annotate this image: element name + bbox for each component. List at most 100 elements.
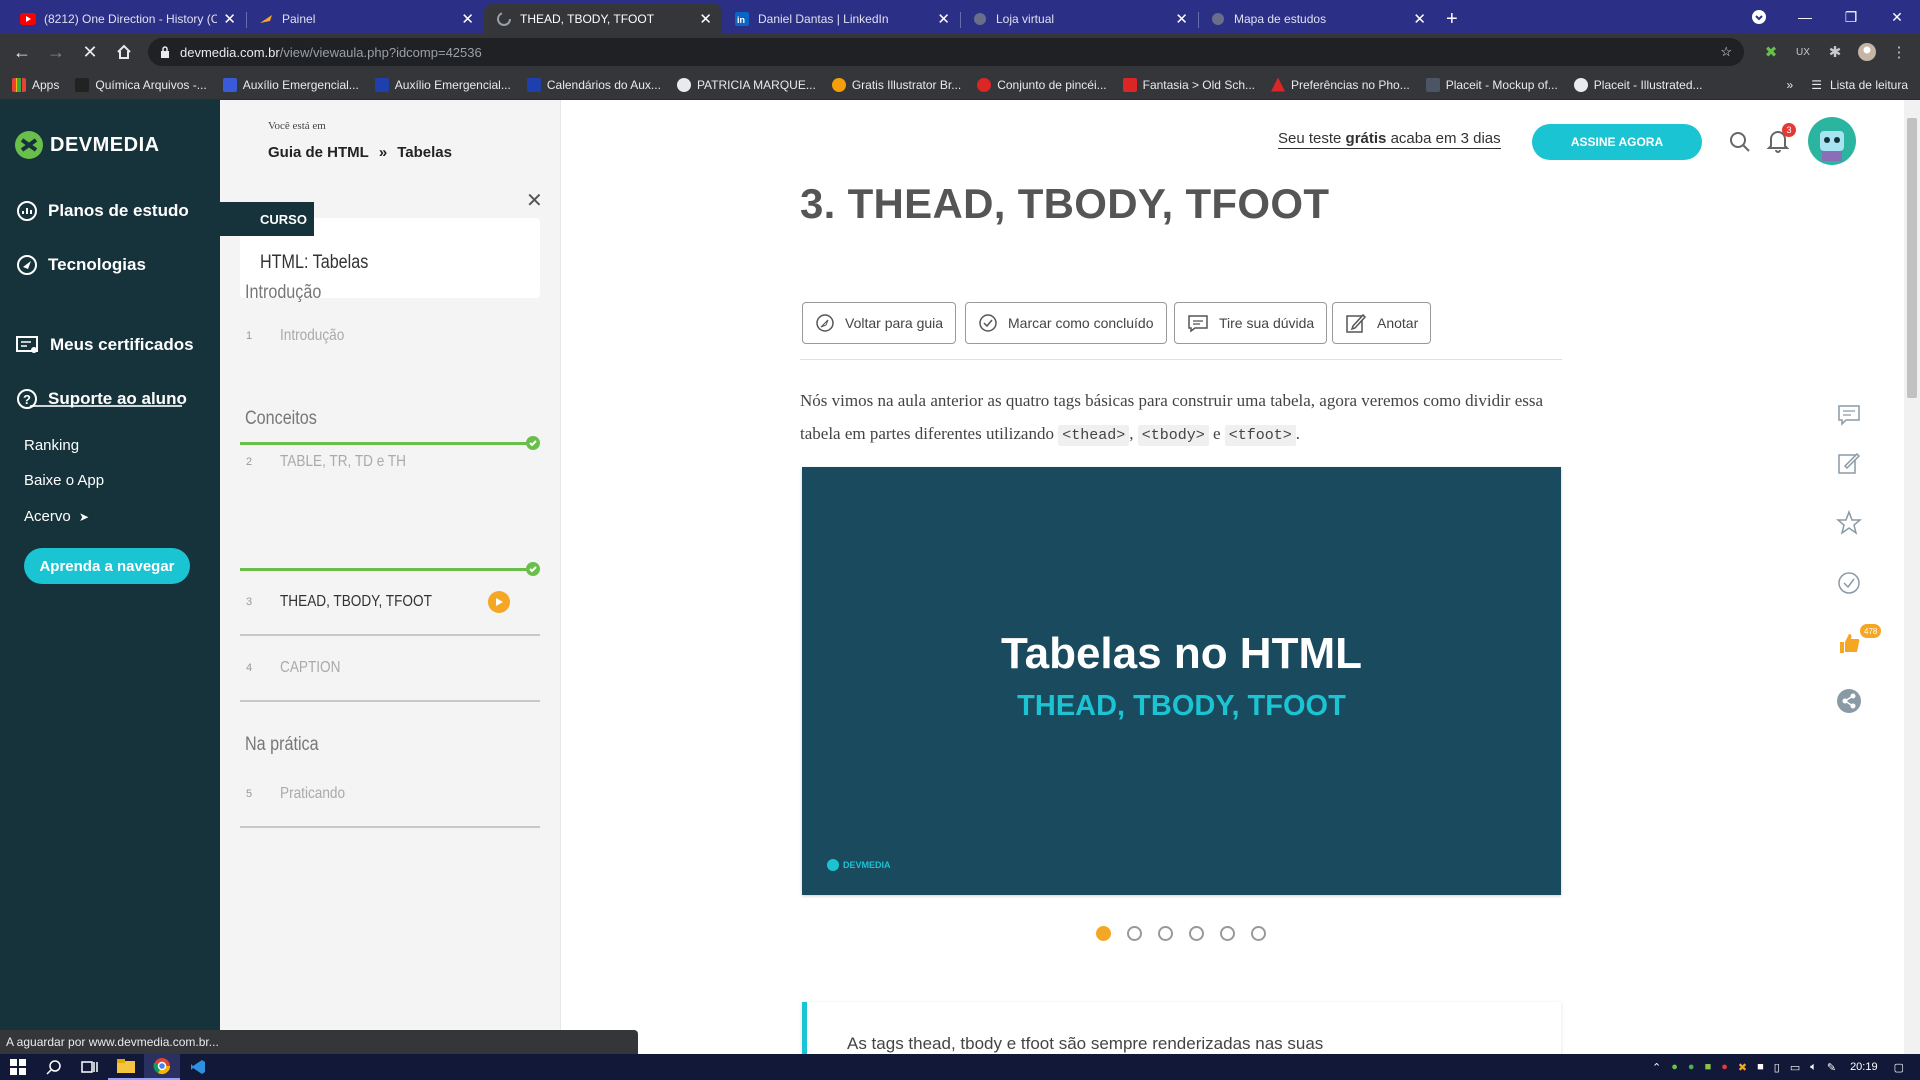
learn-to-navigate-button[interactable]: Aprenda a navegar [24, 548, 190, 584]
sidebar-item-tecnologias[interactable]: Tecnologias [16, 254, 146, 276]
slide-dot[interactable] [1189, 926, 1204, 941]
bookmark-star-icon[interactable]: ☆ [1720, 44, 1732, 60]
close-panel-icon[interactable]: ✕ [526, 188, 543, 213]
maximize-icon[interactable]: ❐ [1828, 9, 1874, 26]
slide-dot-active[interactable] [1096, 926, 1111, 941]
home-icon[interactable] [110, 38, 138, 66]
lesson-item[interactable]: 1 Introdução [240, 316, 540, 356]
bookmark-item[interactable]: Auxílio Emergencial... [374, 77, 511, 92]
star-icon[interactable] [1836, 510, 1862, 536]
tray-app-icon[interactable]: ● [1671, 1061, 1678, 1073]
search-icon[interactable] [1728, 130, 1752, 154]
volume-icon[interactable]: 🔈︎ [1810, 1061, 1817, 1074]
browser-tab[interactable]: Mapa de estudos ✕ [1198, 4, 1436, 34]
address-bar[interactable]: devmedia.com.br/view/viewaula.php?idcomp… [148, 38, 1744, 66]
bookmark-item[interactable]: Preferências no Pho... [1271, 77, 1410, 92]
tray-app-icon[interactable]: ● [1721, 1061, 1728, 1073]
tray-chevron-icon[interactable]: ⌃ [1652, 1061, 1661, 1074]
task-view-icon[interactable] [72, 1054, 108, 1080]
user-avatar[interactable] [1808, 117, 1856, 165]
lesson-item-current[interactable]: 3 THEAD, TBODY, TFOOT [240, 582, 540, 622]
sidebar-item-suporte[interactable]: ? Suporte ao aluno [16, 388, 187, 410]
battery-icon[interactable]: ▯ [1774, 1061, 1780, 1074]
trial-notice[interactable]: Seu teste grátis acaba em 3 dias [1278, 130, 1501, 149]
bookmark-item[interactable]: Conjunto de pincéi... [977, 77, 1107, 92]
file-explorer-icon[interactable] [108, 1054, 144, 1080]
tab-close-icon[interactable]: ✕ [699, 10, 712, 28]
new-tab-icon[interactable]: + [1446, 4, 1458, 34]
extension-x-icon[interactable]: ✖ [1758, 39, 1784, 65]
check-circle-icon[interactable] [1836, 570, 1862, 596]
breadcrumb-guide[interactable]: Guia de HTML [268, 144, 369, 161]
chrome-icon[interactable] [144, 1054, 180, 1080]
lesson-item[interactable]: 5 Praticando [240, 774, 540, 814]
tab-close-icon[interactable]: ✕ [1413, 10, 1426, 28]
vscode-icon[interactable] [180, 1054, 216, 1080]
network-icon[interactable]: ▭ [1790, 1061, 1800, 1074]
bookmark-item[interactable]: Calendários do Aux... [526, 77, 661, 92]
notes-icon[interactable] [1836, 450, 1862, 476]
tab-close-icon[interactable]: ✕ [461, 10, 474, 28]
slide-dot[interactable] [1127, 926, 1142, 941]
bookmark-item[interactable]: Fantasia > Old Sch... [1122, 77, 1255, 92]
close-window-icon[interactable]: ✕ [1874, 9, 1920, 26]
extension-ux-icon[interactable]: UX [1790, 39, 1816, 65]
bookmark-apps[interactable]: Apps [12, 77, 59, 92]
notification-center-icon[interactable]: ▢ [1894, 1061, 1904, 1074]
ask-question-button[interactable]: Tire sua dúvida [1174, 302, 1328, 344]
lesson-item[interactable]: 2 TABLE, TR, TD e TH [240, 442, 540, 482]
breadcrumb-current[interactable]: Tabelas [397, 144, 452, 161]
bookmark-item[interactable]: PATRICIA MARQUE... [676, 77, 816, 92]
bookmarks-more-icon[interactable]: » [1787, 78, 1794, 92]
slide-dot[interactable] [1220, 926, 1235, 941]
share-icon[interactable] [1836, 688, 1862, 714]
browser-tab[interactable]: in Daniel Dantas | LinkedIn ✕ [722, 4, 960, 34]
bookmark-item[interactable]: Gratis Illustrator Br... [831, 77, 961, 92]
tab-close-icon[interactable]: ✕ [937, 10, 950, 28]
slide-dot[interactable] [1158, 926, 1173, 941]
course-title[interactable]: HTML: Tabelas [260, 252, 368, 274]
sidebar-link-acervo[interactable]: Acervo ➤ [24, 508, 89, 525]
reading-list-label[interactable]: Lista de leitura [1830, 78, 1908, 92]
devmedia-logo[interactable]: DEVMEDIA [14, 130, 160, 160]
extensions-puzzle-icon[interactable]: ✱ [1822, 39, 1848, 65]
browser-tab[interactable]: Painel ✕ [246, 4, 484, 34]
mark-complete-button[interactable]: Marcar como concluído [965, 302, 1167, 344]
tray-app-icon[interactable]: ✖ [1738, 1061, 1747, 1074]
back-to-guide-button[interactable]: Voltar para guia [802, 302, 957, 344]
clock[interactable]: 20:19 [1850, 1061, 1878, 1073]
bookmark-item[interactable]: Placeit - Mockup of... [1425, 77, 1558, 92]
browser-tab[interactable]: Loja virtual ✕ [960, 4, 1198, 34]
tab-search-icon[interactable] [1736, 9, 1782, 25]
sidebar-item-certificados[interactable]: Meus certificados [16, 334, 194, 356]
tray-app-icon[interactable]: ■ [1757, 1061, 1764, 1073]
tab-close-icon[interactable]: ✕ [223, 10, 236, 28]
pen-icon[interactable]: ✎ [1827, 1061, 1836, 1074]
like-icon[interactable] [1836, 630, 1862, 656]
sidebar-link-app[interactable]: Baixe o App [24, 472, 104, 489]
bookmark-item[interactable]: Auxílio Emergencial... [222, 77, 359, 92]
back-icon[interactable]: ← [8, 38, 36, 66]
browser-tab-active[interactable]: THEAD, TBODY, TFOOT ✕ [484, 4, 722, 34]
browser-tab[interactable]: (8212) One Direction - History (C ✕ [8, 4, 246, 34]
slideshow[interactable]: Tabelas no HTML THEAD, TBODY, TFOOT DEVM… [802, 467, 1561, 895]
lesson-item[interactable]: 4 CAPTION [240, 648, 540, 688]
minimize-icon[interactable]: — [1782, 9, 1828, 25]
sidebar-item-planos[interactable]: Planos de estudo [16, 200, 189, 222]
annotate-button[interactable]: Anotar [1332, 302, 1432, 344]
tray-app-icon[interactable]: ■ [1705, 1061, 1712, 1073]
tray-app-icon[interactable]: ● [1688, 1061, 1695, 1073]
tab-close-icon[interactable]: ✕ [1175, 10, 1188, 28]
profile-avatar[interactable] [1854, 39, 1880, 65]
scrollbar-thumb[interactable] [1907, 118, 1917, 398]
sidebar-link-ranking[interactable]: Ranking [24, 437, 79, 454]
search-icon[interactable] [36, 1054, 72, 1080]
subscribe-button[interactable]: ASSINE AGORA [1532, 124, 1702, 160]
reading-list-icon[interactable]: ☰ [1811, 78, 1822, 92]
bookmark-item[interactable]: Química Arquivos -... [75, 77, 207, 92]
forward-icon[interactable]: → [42, 38, 70, 66]
slide-dot[interactable] [1251, 926, 1266, 941]
menu-kebab-icon[interactable]: ⋮ [1886, 39, 1912, 65]
windows-start-icon[interactable] [0, 1054, 36, 1080]
bookmark-item[interactable]: Placeit - Illustrated... [1573, 77, 1703, 92]
